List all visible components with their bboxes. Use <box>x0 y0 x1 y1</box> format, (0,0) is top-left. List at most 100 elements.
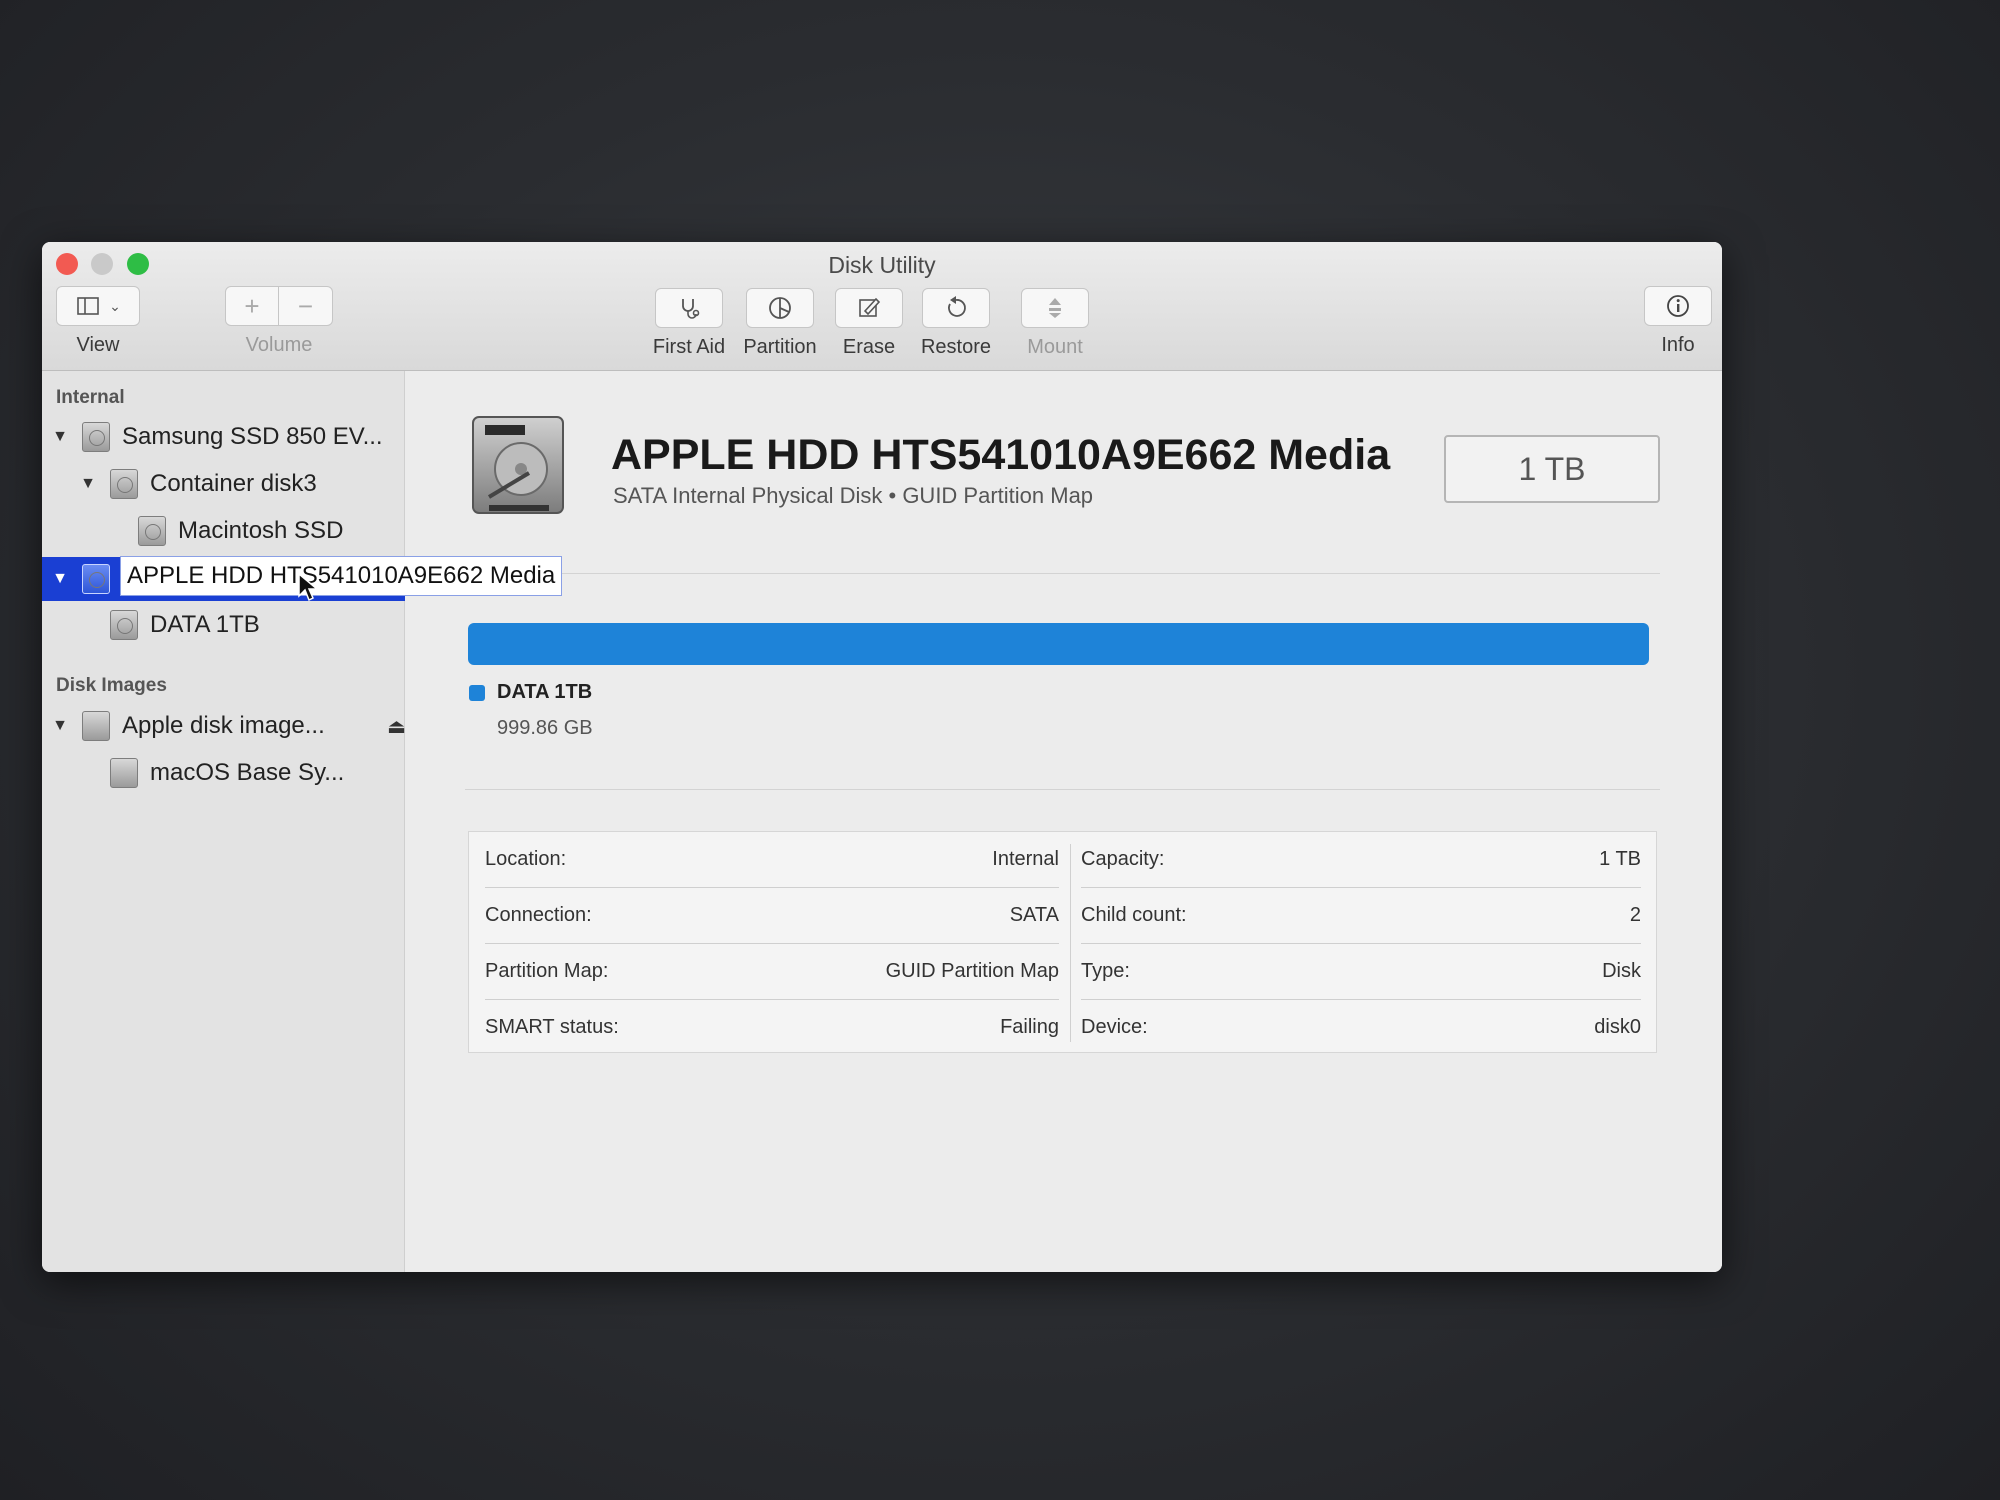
disclosure-triangle-icon[interactable]: ▼ <box>80 475 96 493</box>
info-key: Type: <box>1081 960 1130 982</box>
erase-icon <box>859 297 881 317</box>
info-row-capacity: Capacity: 1 TB <box>1081 832 1641 888</box>
capacity-badge: 1 TB <box>1444 435 1660 503</box>
divider <box>465 789 1660 790</box>
disk-image-icon <box>110 758 138 788</box>
mouse-pointer-icon <box>298 572 319 602</box>
rename-field[interactable]: APPLE HDD HTS541010A9E662 Media <box>120 556 563 596</box>
remove-volume-button[interactable]: − <box>279 286 333 326</box>
info-value: GUID Partition Map <box>885 960 1059 982</box>
partition-control: Partition <box>735 288 825 359</box>
sidebar-section-internal: Internal <box>56 387 125 408</box>
disclosure-triangle-icon[interactable]: ▼ <box>52 570 68 588</box>
info-key: Partition Map: <box>485 960 609 982</box>
disclosure-triangle-icon[interactable]: ▼ <box>52 428 68 446</box>
info-row-device: Device: disk0 <box>1081 1000 1641 1055</box>
view-control: ⌄ View <box>56 286 140 357</box>
info-key: Connection: <box>485 904 592 926</box>
chevron-down-icon: ⌄ <box>109 297 121 314</box>
restore-label: Restore <box>920 336 992 358</box>
info-key: SMART status: <box>485 1016 619 1038</box>
sidebar-item-label: Apple disk image... <box>122 712 325 739</box>
plus-icon: + <box>244 290 260 321</box>
erase-control: Erase <box>824 288 914 359</box>
disk-utility-window: Disk Utility ⌄ View + − Volume First Aid <box>42 242 1722 1272</box>
info-control: Info <box>1638 286 1718 357</box>
partition-button[interactable] <box>746 288 814 328</box>
info-value: disk0 <box>1594 1016 1641 1038</box>
add-volume-button[interactable]: + <box>225 286 279 326</box>
first-aid-button[interactable] <box>655 288 723 328</box>
sidebar-item-samsung-ssd[interactable]: ▼ Samsung SSD 850 EV... <box>42 415 414 459</box>
stethoscope-icon <box>682 299 700 319</box>
eject-icon[interactable]: ⏏ <box>387 714 406 739</box>
info-value: SATA <box>1009 904 1059 926</box>
info-table: Location: Internal Connection: SATA Part… <box>468 831 1657 1053</box>
info-key: Device: <box>1081 1016 1148 1038</box>
sidebar-section-disk-images: Disk Images <box>56 675 167 696</box>
volume-name: DATA 1TB <box>497 681 593 703</box>
info-value: 1 TB <box>1599 848 1641 870</box>
info-key: Location: <box>485 848 567 870</box>
disk-subtitle: SATA Internal Physical Disk • GUID Parti… <box>613 483 1094 508</box>
partition-icon <box>769 297 791 319</box>
main-panel: APPLE HDD HTS541010A9E662 Media SATA Int… <box>405 371 1722 1272</box>
internal-disk-icon <box>82 564 110 594</box>
sidebar-item-apple-disk-image[interactable]: ▼ Apple disk image... ⏏ <box>42 704 414 748</box>
info-value: Internal <box>992 848 1059 870</box>
info-row-location: Location: Internal <box>485 832 1059 888</box>
mount-icon <box>1049 298 1061 318</box>
sidebar: Internal ▼ Samsung SSD 850 EV... ▼ Conta… <box>42 371 464 1272</box>
partition-label: Partition <box>743 336 817 358</box>
mount-label: Mount <box>1027 336 1083 358</box>
restore-icon <box>948 296 966 317</box>
view-label: View <box>76 334 120 356</box>
restore-control: Restore <box>911 288 1001 359</box>
info-icon <box>1667 295 1689 317</box>
info-row-connection: Connection: SATA <box>485 888 1059 944</box>
info-column-left: Location: Internal Connection: SATA Part… <box>485 832 1059 1052</box>
sidebar-icon <box>77 297 99 315</box>
volume-control: + − Volume <box>225 286 333 357</box>
internal-disk-icon <box>82 422 110 452</box>
column-separator <box>1070 844 1071 1042</box>
disclosure-triangle-icon[interactable]: ▼ <box>52 717 68 735</box>
sidebar-item-label: Samsung SSD 850 EV... <box>122 423 383 450</box>
window-title: Disk Utility <box>828 252 936 278</box>
view-button[interactable]: ⌄ <box>56 286 140 326</box>
minus-icon: − <box>297 290 314 321</box>
info-row-type: Type: Disk <box>1081 944 1641 1000</box>
erase-button[interactable] <box>835 288 903 328</box>
disk-title: APPLE HDD HTS541010A9E662 Media <box>611 431 1391 479</box>
sidebar-item-label: Container disk3 <box>150 470 317 497</box>
info-button[interactable] <box>1644 286 1712 326</box>
sidebar-item-label: macOS Base Sy... <box>150 759 345 786</box>
mount-control: Mount <box>1010 288 1100 359</box>
first-aid-label: First Aid <box>652 336 726 358</box>
info-key: Capacity: <box>1081 848 1165 870</box>
info-value: 2 <box>1629 904 1641 926</box>
container-icon <box>110 469 138 499</box>
mount-button[interactable] <box>1021 288 1089 328</box>
usage-bar <box>468 623 1649 665</box>
volume-icon <box>138 516 166 546</box>
info-value: Disk <box>1602 960 1641 982</box>
info-key: Child count: <box>1081 904 1187 926</box>
divider <box>465 573 1660 574</box>
erase-label: Erase <box>842 336 896 358</box>
info-column-right: Capacity: 1 TB Child count: 2 Type: Disk… <box>1081 832 1641 1052</box>
disk-image-icon <box>82 711 110 741</box>
toolbar: Disk Utility ⌄ View + − Volume First Aid <box>42 242 1722 371</box>
info-label: Info <box>1661 334 1695 356</box>
volume-color-swatch <box>469 685 485 701</box>
info-row-partition-map: Partition Map: GUID Partition Map <box>485 944 1059 1000</box>
first-aid-control: First Aid <box>644 288 734 359</box>
sidebar-item-container-disk3[interactable]: ▼ Container disk3 <box>42 462 442 506</box>
restore-button[interactable] <box>922 288 990 328</box>
sidebar-item-label: Macintosh SSD <box>178 517 344 544</box>
volume-label: Volume <box>245 334 313 356</box>
info-row-child-count: Child count: 2 <box>1081 888 1641 944</box>
volume-size: 999.86 GB <box>497 717 593 739</box>
hard-drive-icon <box>472 416 564 514</box>
info-value: Failing <box>1000 1016 1059 1038</box>
